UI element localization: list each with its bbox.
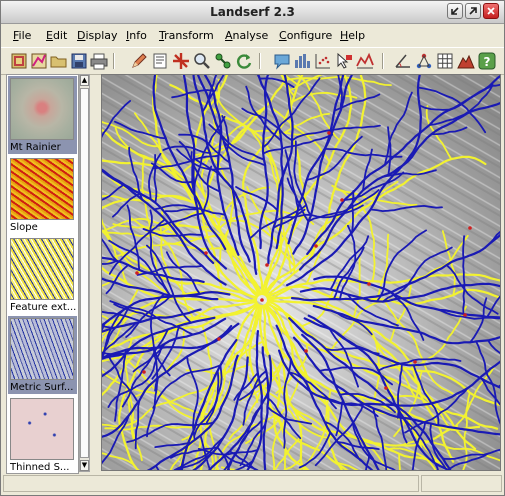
- peak-point: [367, 282, 371, 286]
- layer-thumbnail-panel: Mt Rainier Slope Feature ext... Metric S…: [6, 74, 79, 474]
- menu-edit-mnemonic: E: [46, 29, 53, 42]
- menu-configure-mnemonic: C: [279, 29, 287, 42]
- ridge-line: [398, 452, 401, 470]
- peak-point: [413, 360, 417, 364]
- help-icon[interactable]: ?: [478, 52, 496, 70]
- menu-transform[interactable]: Transform: [159, 29, 214, 42]
- app-window: Landserf 2.3 File Edit Display Info Tran…: [0, 0, 505, 496]
- refresh-icon[interactable]: [235, 52, 253, 70]
- pencil-icon[interactable]: [130, 52, 148, 70]
- open-folder-icon[interactable]: [50, 52, 68, 70]
- menu-info-label: nfo: [129, 29, 147, 42]
- menu-edit-label: dit: [52, 29, 68, 42]
- close-button[interactable]: [483, 3, 499, 19]
- angle-icon[interactable]: [394, 52, 412, 70]
- scrollbar-thumb[interactable]: [80, 88, 89, 458]
- edit-attributes-icon[interactable]: [151, 52, 169, 70]
- layer-thumbnail-slope[interactable]: Slope: [8, 156, 77, 234]
- toolbar: ?: [1, 47, 504, 75]
- scroll-down-button[interactable]: ▼: [80, 460, 89, 471]
- menu-analyse[interactable]: Analyse: [225, 29, 268, 42]
- menu-display-label: isplay: [85, 29, 118, 42]
- menu-analyse-mnemonic: A: [225, 29, 233, 42]
- terrain-icon[interactable]: [457, 52, 475, 70]
- peak-point: [304, 349, 308, 353]
- close-icon: [487, 7, 495, 15]
- svg-text:?: ?: [484, 55, 491, 69]
- peak-point: [463, 313, 467, 317]
- histogram-icon[interactable]: [293, 52, 311, 70]
- grid-icon[interactable]: [436, 52, 454, 70]
- menu-analyse-label: nalyse: [232, 29, 269, 42]
- menu-configure[interactable]: Configure: [279, 29, 332, 42]
- print-icon[interactable]: [90, 52, 108, 70]
- layer-label: Thinned S...: [10, 462, 70, 473]
- layer-preview-image: [10, 158, 74, 220]
- status-bar-info: [421, 475, 502, 492]
- maximize-icon: [469, 7, 477, 15]
- menu-help-label: elp: [348, 29, 366, 42]
- peak-point: [468, 226, 472, 230]
- network-icon[interactable]: [415, 52, 433, 70]
- menu-help[interactable]: Help: [340, 29, 365, 42]
- new-raster-icon[interactable]: [10, 52, 28, 70]
- peak-point: [217, 337, 221, 341]
- menu-display[interactable]: Display: [77, 29, 118, 42]
- peak-point: [314, 244, 318, 248]
- layer-preview-image: [10, 238, 74, 300]
- layer-label: Metric Surf...: [10, 382, 74, 393]
- peak-point: [327, 131, 331, 135]
- scatter-icon[interactable]: [314, 52, 332, 70]
- map-canvas[interactable]: [101, 74, 501, 471]
- menu-edit[interactable]: Edit: [46, 29, 67, 42]
- minimize-button[interactable]: [447, 3, 463, 19]
- peak-point: [340, 198, 344, 202]
- save-icon[interactable]: [70, 52, 88, 70]
- profile-icon[interactable]: [356, 52, 374, 70]
- menu-bar: File Edit Display Info Transform Analyse…: [1, 26, 504, 46]
- link-icon[interactable]: [214, 52, 232, 70]
- query-arrow-icon[interactable]: [335, 52, 353, 70]
- peak-point: [265, 263, 269, 267]
- minimize-icon: [451, 7, 459, 15]
- layer-label: Feature ext...: [10, 302, 77, 313]
- window-title: Landserf 2.3: [210, 5, 295, 19]
- layer-thumbnail-mt-rainier[interactable]: Mt Rainier: [8, 76, 77, 154]
- layer-thumbnail-thinned[interactable]: Thinned S...: [8, 396, 77, 473]
- new-vector-icon[interactable]: [30, 52, 48, 70]
- menu-transform-label: ransform: [164, 29, 214, 42]
- menu-file-label: ile: [18, 29, 32, 42]
- peak-point: [135, 271, 139, 275]
- layer-label: Mt Rainier: [10, 142, 61, 153]
- layer-panel-scrollbar[interactable]: ▲ ▼: [79, 74, 90, 472]
- status-bar-message: [3, 475, 419, 492]
- terrain-map[interactable]: [102, 75, 500, 470]
- peak-point: [384, 386, 388, 390]
- layer-preview-image: [10, 78, 74, 140]
- zoom-icon[interactable]: [193, 52, 211, 70]
- scroll-up-button[interactable]: ▲: [80, 75, 89, 86]
- toolbar-separator: [259, 53, 261, 69]
- layer-thumbnail-metric-surface[interactable]: Metric Surf...: [8, 316, 77, 394]
- peak-point: [142, 370, 146, 374]
- layer-preview-image: [10, 398, 74, 460]
- layer-thumbnail-feature-extraction[interactable]: Feature ext...: [8, 236, 77, 314]
- peak-point: [204, 251, 208, 255]
- menu-configure-label: onfigure: [286, 29, 333, 42]
- menu-info[interactable]: Info: [126, 29, 147, 42]
- message-icon[interactable]: [273, 52, 291, 70]
- layer-preview-image: [10, 318, 74, 380]
- layer-label: Slope: [10, 222, 38, 233]
- toolbar-separator: [113, 53, 115, 69]
- menu-file[interactable]: File: [13, 29, 31, 42]
- title-bar[interactable]: Landserf 2.3: [1, 1, 504, 24]
- maximize-button[interactable]: [465, 3, 481, 19]
- peak-point: [260, 298, 264, 302]
- tool-cross-icon[interactable]: [172, 52, 190, 70]
- toolbar-separator: [382, 53, 384, 69]
